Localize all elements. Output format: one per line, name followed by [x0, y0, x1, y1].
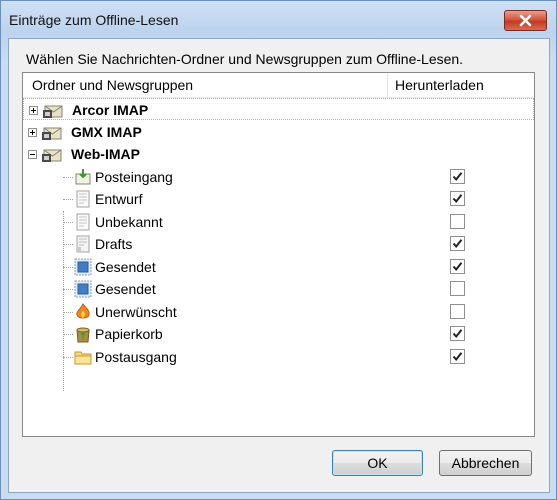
folder-label: Drafts [95, 236, 133, 252]
tree-connector [63, 356, 73, 358]
dialog-content: Wählen Sie Nachrichten-Ordner und Newsgr… [8, 38, 550, 493]
tree-folder-row[interactable]: Entwurf [23, 188, 534, 210]
mail-account-icon [43, 101, 65, 119]
tree-account-row[interactable]: Web-IMAP [23, 143, 534, 165]
download-checkbox[interactable] [450, 303, 465, 319]
ok-button[interactable]: OK [332, 450, 423, 476]
account-label: GMX IMAP [71, 123, 142, 140]
drafts-icon [74, 235, 92, 253]
checkmark-icon [452, 239, 463, 249]
tree-folder-row[interactable]: Gesendet [23, 278, 534, 300]
tree-folder-row[interactable]: Drafts [23, 233, 534, 255]
mail-account-icon [42, 123, 64, 141]
column-header-download[interactable]: Herunterladen [395, 77, 484, 93]
expand-toggle[interactable] [28, 127, 37, 137]
draft-icon [74, 190, 92, 208]
folder-label: Papierkorb [95, 326, 163, 342]
download-checkbox[interactable] [450, 326, 465, 341]
window-title: Einträge zum Offline-Lesen [9, 12, 179, 28]
folder-tree[interactable]: Ordner und Newsgruppen Herunterladen Arc… [22, 72, 535, 437]
checkmark-icon [452, 351, 463, 361]
tree-account-row[interactable]: Arcor IMAP [23, 98, 534, 120]
folder-label: Posteingang [95, 168, 173, 185]
column-separator[interactable] [387, 73, 388, 97]
checkmark-icon [452, 329, 463, 339]
tree-connector [63, 311, 73, 313]
collapse-toggle[interactable] [28, 150, 37, 159]
close-icon [519, 14, 532, 27]
account-label: Web-IMAP [71, 146, 140, 162]
instruction-text: Wählen Sie Nachrichten-Ordner und Newsgr… [26, 51, 464, 67]
download-checkbox[interactable] [450, 281, 465, 296]
tree-folder-row[interactable]: Postausgang [23, 346, 534, 368]
mail-account-icon [42, 145, 64, 163]
folder-label: Postausgang [95, 348, 177, 365]
tree-folder-row[interactable]: Unbekannt [23, 211, 534, 233]
download-checkbox[interactable] [450, 348, 465, 364]
folder-label: Gesendet [95, 258, 156, 275]
tree-account-row[interactable]: GMX IMAP [23, 121, 534, 143]
sent-icon [74, 258, 92, 276]
download-checkbox[interactable] [450, 236, 465, 251]
close-button[interactable] [504, 10, 547, 31]
download-checkbox[interactable] [450, 168, 465, 184]
account-label: Arcor IMAP [72, 102, 149, 118]
expand-toggle[interactable] [29, 106, 38, 115]
tree-folder-row[interactable]: Posteingang [23, 166, 534, 188]
tree-folder-row[interactable]: Unerwünscht [23, 301, 534, 323]
folder-label: Gesendet [95, 281, 156, 297]
trash-icon [74, 325, 92, 343]
tree-folder-row[interactable]: Papierkorb [23, 323, 534, 345]
sent-icon [74, 280, 92, 298]
dialog-window: Einträge zum Offline-Lesen Wählen Sie Na… [0, 0, 557, 500]
tree-connector [63, 289, 73, 290]
column-header: Ordner und Newsgruppen Herunterladen [23, 73, 534, 98]
junk-icon [74, 302, 92, 321]
cancel-button[interactable]: Abbrechen [439, 450, 532, 476]
download-checkbox[interactable] [450, 213, 465, 229]
document-icon [74, 213, 92, 231]
checkmark-icon [452, 261, 463, 271]
tree-connector [63, 221, 73, 223]
outbox-icon [74, 348, 92, 366]
tree-connector [63, 199, 73, 200]
tree-connector [63, 176, 73, 178]
folder-label: Entwurf [95, 191, 143, 207]
download-checkbox[interactable] [450, 191, 465, 206]
tree-connector [63, 244, 73, 245]
tree-folder-row[interactable]: Gesendet [23, 256, 534, 278]
inbox-icon [74, 168, 92, 186]
column-header-folders[interactable]: Ordner und Newsgruppen [32, 77, 193, 93]
checkmark-icon [452, 194, 463, 204]
tree-connector [63, 266, 73, 268]
title-bar: Einträge zum Offline-Lesen [1, 1, 556, 37]
folder-label: Unerwünscht [95, 303, 177, 320]
download-checkbox[interactable] [450, 258, 465, 274]
tree-connector [63, 334, 73, 335]
folder-label: Unbekannt [95, 213, 163, 230]
checkmark-icon [452, 171, 463, 181]
